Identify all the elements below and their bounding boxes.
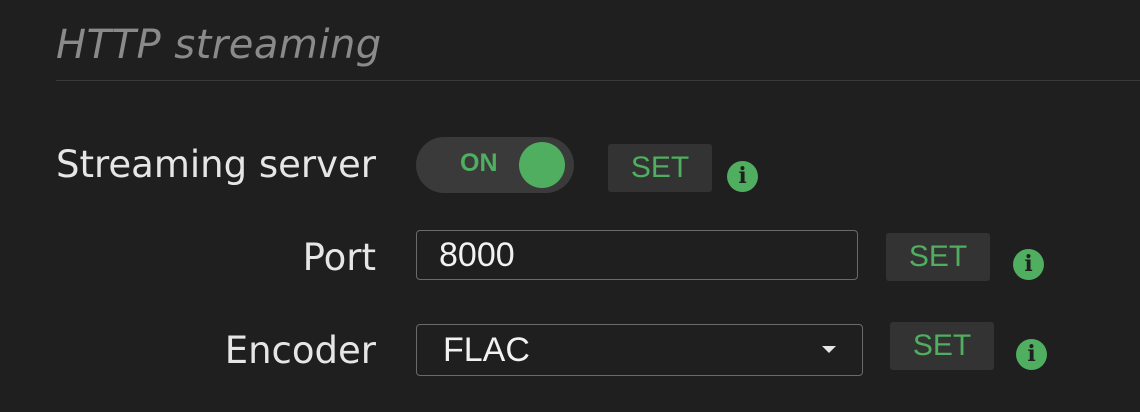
port-label: Port xyxy=(302,236,376,279)
streaming-server-set-button[interactable]: SET xyxy=(608,144,712,192)
encoder-selected-value: FLAC xyxy=(443,331,530,369)
section-title: HTTP streaming xyxy=(56,22,382,68)
streaming-server-label: Streaming server xyxy=(56,143,376,186)
encoder-select[interactable]: FLAC xyxy=(416,324,863,376)
info-icon[interactable]: i xyxy=(1013,249,1044,280)
info-icon[interactable]: i xyxy=(1016,339,1047,370)
streaming-server-toggle[interactable]: ON xyxy=(416,137,574,193)
port-set-button[interactable]: SET xyxy=(886,233,990,281)
http-streaming-panel: HTTP streaming Streaming server ON SET i… xyxy=(0,0,1140,412)
encoder-set-button[interactable]: SET xyxy=(890,322,994,370)
section-divider xyxy=(56,80,1140,81)
info-icon[interactable]: i xyxy=(727,161,758,192)
toggle-knob xyxy=(519,142,565,188)
port-input[interactable] xyxy=(416,230,858,280)
encoder-label: Encoder xyxy=(224,329,376,372)
chevron-down-icon xyxy=(822,346,836,353)
toggle-state-text: ON xyxy=(460,149,498,177)
